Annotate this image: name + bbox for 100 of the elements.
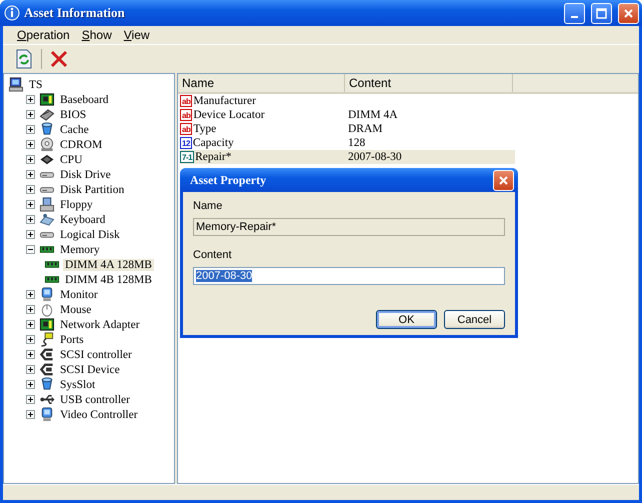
expander-icon[interactable] <box>26 110 35 119</box>
text-type-badge: ab <box>180 95 192 107</box>
tree-item[interactable]: TS <box>27 78 44 90</box>
table-row[interactable]: 12 Capacity 128 <box>180 136 515 150</box>
expander-icon[interactable] <box>26 245 35 254</box>
tree-item[interactable]: Disk Partition <box>58 184 126 196</box>
table-cell: 2007-08-30 <box>348 151 402 163</box>
tree-item[interactable]: SysSlot <box>58 378 98 390</box>
table-cell: Device Locator <box>193 109 265 121</box>
tree-item[interactable]: Floppy <box>58 198 95 210</box>
expander-icon[interactable] <box>26 170 35 179</box>
floppy-drive-icon <box>39 197 55 212</box>
tree-item[interactable]: Keyboard <box>58 214 108 226</box>
circuit-board-icon <box>39 92 55 107</box>
ok-button[interactable]: OK <box>376 310 437 329</box>
table-cell: Type <box>193 123 216 135</box>
tree-item[interactable]: DIMM 4A 128MB <box>63 258 154 270</box>
tree-item[interactable]: SCSI Device <box>58 364 122 376</box>
expander-icon[interactable] <box>26 410 35 419</box>
tree-item[interactable]: BIOS <box>58 108 88 120</box>
menu-item[interactable]: View <box>118 28 156 42</box>
column-header[interactable]: Name <box>178 74 345 92</box>
content-field[interactable]: 2007-08-30 <box>193 267 505 285</box>
tree-item[interactable]: CPU <box>58 154 84 166</box>
dialog-title: Asset Property <box>190 172 268 188</box>
tree-item[interactable]: DIMM 4B 128MB <box>63 274 154 286</box>
tree-item[interactable]: Baseboard <box>58 94 111 106</box>
computer-icon <box>8 77 24 92</box>
text-type-badge: ab <box>180 123 192 135</box>
table-cell: Repair* <box>195 151 232 163</box>
info-icon <box>4 5 20 21</box>
tree-item[interactable]: Video Controller <box>58 408 140 420</box>
close-icon <box>498 174 509 186</box>
expander-icon[interactable] <box>26 320 35 329</box>
disc-icon <box>39 137 55 152</box>
tree-item[interactable]: SCSI controller <box>58 348 134 360</box>
tree-item[interactable]: Logical Disk <box>58 228 122 240</box>
usb-icon <box>39 392 55 407</box>
cancel-button[interactable]: Cancel <box>444 310 505 329</box>
table-cell: 128 <box>348 137 366 149</box>
tree-item[interactable]: Monitor <box>58 288 100 300</box>
menu-item[interactable]: Show <box>76 28 118 42</box>
expander-icon[interactable] <box>26 215 35 224</box>
tree-item[interactable]: CDROM <box>58 138 104 150</box>
expander-icon[interactable] <box>26 395 35 404</box>
plug-icon <box>39 332 55 347</box>
tree-item[interactable]: Memory <box>58 244 102 256</box>
menu-item[interactable]: Operation <box>11 28 76 42</box>
connector-icon <box>39 362 55 377</box>
maximize-icon <box>596 8 607 18</box>
expander-icon[interactable] <box>26 125 35 134</box>
expander-icon[interactable] <box>26 185 35 194</box>
expander-icon[interactable] <box>26 290 35 299</box>
expander-icon[interactable] <box>26 350 35 359</box>
cylinder-icon <box>39 377 55 392</box>
table-row[interactable]: ab Type DRAM <box>180 122 515 136</box>
table-cell: Manufacturer <box>193 95 256 107</box>
close-button[interactable] <box>493 170 514 190</box>
circuit-board-icon <box>39 317 55 332</box>
date-type-badge: 7-1 <box>180 151 194 163</box>
table-cell: DRAM <box>348 123 383 135</box>
name-field: Memory-Repair* <box>193 218 505 236</box>
expander-icon[interactable] <box>26 140 35 149</box>
table-cell: DIMM 4A <box>348 109 398 121</box>
cylinder-icon <box>39 122 55 137</box>
monitor-icon <box>39 287 55 302</box>
close-button[interactable] <box>618 2 639 24</box>
monitor-icon <box>39 407 55 422</box>
column-header[interactable]: Content <box>345 74 513 92</box>
text-type-badge: ab <box>180 109 192 121</box>
connector-icon <box>39 347 55 362</box>
mouse-icon <box>39 302 55 317</box>
expander-icon[interactable] <box>26 305 35 314</box>
maximize-button[interactable] <box>591 2 612 24</box>
expander-icon[interactable] <box>26 230 35 239</box>
keyboard-icon <box>39 212 55 227</box>
table-row[interactable]: 7-1 Repair* 2007-08-30 <box>180 150 515 164</box>
expander-icon[interactable] <box>26 380 35 389</box>
number-type-badge: 12 <box>180 137 192 149</box>
close-icon <box>623 8 634 18</box>
expander-icon[interactable] <box>26 200 35 209</box>
expander-icon[interactable] <box>26 365 35 374</box>
field-label: Name <box>193 200 224 212</box>
table-row[interactable]: ab Device Locator DIMM 4A <box>180 108 515 122</box>
tree-item[interactable]: Mouse <box>58 304 94 316</box>
window-title: Asset Information <box>24 5 126 21</box>
expander-icon[interactable] <box>26 335 35 344</box>
tree-item[interactable]: Ports <box>58 334 86 346</box>
tree-item[interactable]: Cache <box>58 124 91 136</box>
tree-item[interactable]: Network Adapter <box>58 318 142 330</box>
tree-item[interactable]: USB controller <box>58 394 132 406</box>
expander-icon[interactable] <box>26 95 35 104</box>
field-label: Content <box>193 249 233 261</box>
minimize-button[interactable] <box>564 2 585 24</box>
processor-icon <box>39 152 55 167</box>
table-row[interactable]: ab Manufacturer <box>180 94 515 108</box>
chip-icon <box>39 107 55 122</box>
table-cell: Capacity <box>192 137 234 149</box>
tree-item[interactable]: Disk Drive <box>58 168 113 180</box>
expander-icon[interactable] <box>26 155 35 164</box>
